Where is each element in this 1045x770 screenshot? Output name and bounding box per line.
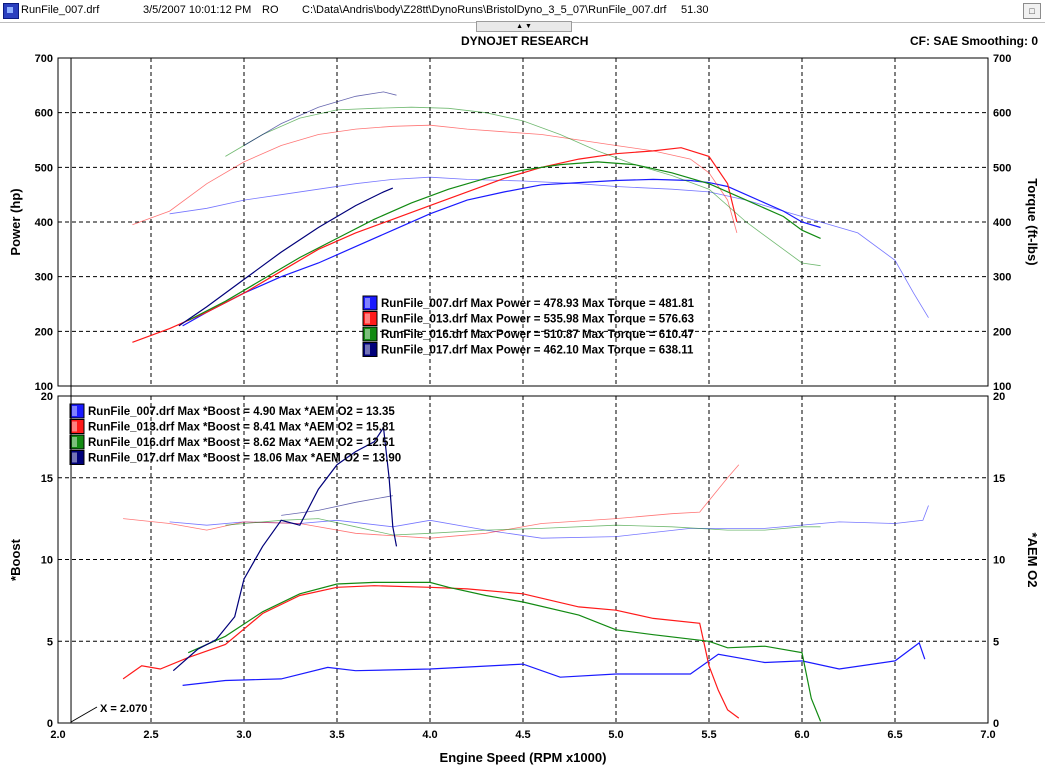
x-tick-label: 5.5 [701, 729, 716, 741]
y2-tick-label: 700 [993, 53, 1011, 65]
legend-entry: RunFile_007.drf Max *Boost = 4.90 Max *A… [88, 406, 395, 418]
o2-axis-label: *AEM O2 [1025, 533, 1040, 588]
cursor-readout: X = 2.070 [100, 703, 147, 715]
y-tick-label: 400 [35, 217, 53, 229]
legend-entry: RunFile_013.drf Max *Boost = 8.41 Max *A… [88, 422, 395, 434]
legend-swatch-highlight [72, 437, 77, 447]
legend-entry: RunFile_017.drf Max Power = 462.10 Max T… [381, 345, 694, 357]
x-tick-label: 2.5 [143, 729, 158, 741]
legend-entry: RunFile_007.drf Max Power = 478.93 Max T… [381, 298, 695, 310]
y-tick-label: 10 [41, 555, 53, 567]
x-tick-label: 7.0 [980, 729, 995, 741]
y2-tick-label: 400 [993, 217, 1011, 229]
y-tick-label: 600 [35, 108, 53, 120]
x-tick-label: 6.5 [887, 729, 902, 741]
y-tick-label: 500 [35, 162, 53, 174]
y2-tick-label: 5 [993, 636, 999, 648]
legend-swatch-highlight [365, 313, 370, 324]
torque-axis-label: Torque (ft-lbs) [1025, 178, 1040, 265]
x-tick-label: 5.0 [608, 729, 623, 741]
y2-tick-label: 200 [993, 326, 1011, 338]
y2-tick-label: 20 [993, 391, 1005, 403]
legend-swatch-highlight [365, 329, 370, 339]
legend-entry: RunFile_016.drf Max Power = 510.87 Max T… [381, 329, 694, 341]
y2-tick-label: 600 [993, 108, 1011, 120]
x-tick-label: 4.5 [515, 729, 530, 741]
dyno-chart: 100 100200 200300 300400 400500 500600 600700 7… [8, 53, 1040, 765]
y-tick-label: 200 [35, 326, 53, 338]
y2-tick-label: 15 [993, 473, 1005, 485]
legend-swatch-highlight [72, 421, 77, 432]
x-tick-label: 3.0 [236, 729, 251, 741]
legend-entry: RunFile_017.drf Max *Boost = 18.06 Max *… [88, 453, 401, 465]
legend-swatch-highlight [72, 406, 77, 416]
boost-axis-label: *Boost [8, 538, 23, 581]
y-tick-label: 700 [35, 53, 53, 65]
top-panel: 100 100200 200300 300400 400500 500600 600700 7… [8, 53, 1040, 393]
x-tick-label: 6.0 [794, 729, 809, 741]
x-axis-label: Engine Speed (RPM x1000) [440, 750, 607, 765]
x-tick-label: 3.5 [329, 729, 344, 741]
legend-swatch-highlight [72, 452, 77, 463]
y-tick-label: 15 [41, 473, 53, 485]
y-tick-label: 20 [41, 391, 53, 403]
y2-tick-label: 10 [993, 555, 1005, 567]
bottom-panel: 0 05 510 1015 1520 20 RunFile_007.drf Max *Bo… [8, 391, 1040, 765]
y2-tick-label: 300 [993, 272, 1011, 284]
x-tick-label: 4.0 [422, 729, 437, 741]
legend-swatch-highlight [365, 298, 370, 308]
power-axis-label: Power (hp) [8, 188, 23, 255]
y-tick-label: 5 [47, 636, 53, 648]
legend-entry: RunFile_016.drf Max *Boost = 8.62 Max *A… [88, 437, 395, 449]
y-tick-label: 300 [35, 272, 53, 284]
y2-tick-label: 500 [993, 162, 1011, 174]
legend-entry: RunFile_013.drf Max Power = 535.98 Max T… [381, 314, 694, 326]
legend-swatch-highlight [365, 344, 370, 355]
x-tick-label: 2.0 [50, 729, 65, 741]
